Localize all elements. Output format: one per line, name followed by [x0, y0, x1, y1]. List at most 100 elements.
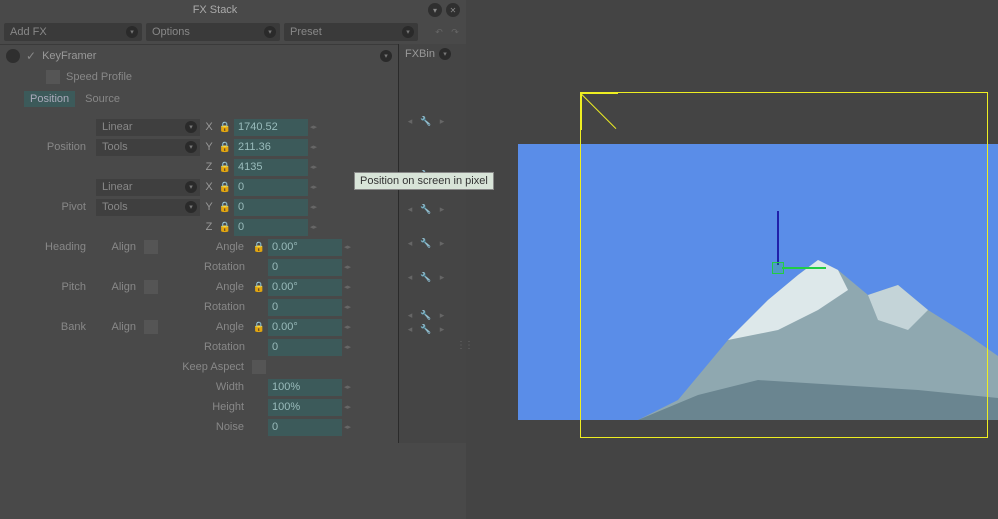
toolbar: Add FX ▾ Options ▾ Preset ▾ ↶ ↷ [0, 20, 466, 44]
axis-x-label: X [202, 121, 216, 133]
position-y-input[interactable] [234, 139, 308, 156]
wrench-icon[interactable]: 🔧 [419, 202, 433, 216]
collapse-icon[interactable]: ▾ [428, 3, 442, 17]
bank-label: Bank [0, 321, 94, 333]
stepper-icon[interactable]: ◂▸ [310, 203, 317, 211]
noise-input[interactable] [268, 419, 342, 436]
stepper-icon[interactable]: ◂▸ [310, 183, 317, 191]
axis-y-handle[interactable] [777, 211, 779, 265]
fxbin-header[interactable]: FXBin ▾ [399, 44, 463, 64]
stepper-icon[interactable]: ◂▸ [344, 403, 351, 411]
prev-key-icon[interactable]: ◂ [403, 202, 417, 216]
tab-source[interactable]: Source [79, 91, 126, 107]
lock-icon[interactable]: 🔒 [218, 180, 232, 194]
pitch-angle-input[interactable] [268, 279, 342, 296]
wrench-icon[interactable]: 🔧 [419, 308, 433, 322]
keep-aspect-checkbox[interactable] [252, 360, 266, 374]
wrench-icon[interactable]: 🔧 [419, 114, 433, 128]
axis-z-label: Z [202, 221, 216, 233]
position-mode-dropdown[interactable]: Linear▾ [96, 119, 200, 136]
fx-stack-panel: FX Stack ▾ ✕ Add FX ▾ Options ▾ Preset ▾… [0, 0, 466, 519]
pitch-rotation-input[interactable] [268, 299, 342, 316]
checkbox[interactable] [46, 70, 60, 84]
stepper-icon[interactable]: ◂▸ [344, 283, 351, 291]
lock-icon[interactable]: 🔒 [218, 200, 232, 214]
position-tools-dropdown[interactable]: Tools▾ [96, 139, 200, 156]
fx-keyframer-row[interactable]: ✓ KeyFramer ▾ [0, 44, 398, 67]
lock-icon[interactable]: 🔒 [218, 140, 232, 154]
chevron-down-icon[interactable]: ▾ [380, 50, 392, 62]
toggle-icon[interactable] [6, 49, 20, 63]
stepper-icon[interactable]: ◂▸ [344, 423, 351, 431]
chevron-down-icon: ▾ [126, 26, 138, 38]
axis-z-label: Z [202, 161, 216, 173]
next-key-icon[interactable]: ▸ [435, 236, 449, 250]
stepper-icon[interactable]: ◂▸ [344, 383, 351, 391]
stepper-icon[interactable]: ◂▸ [310, 123, 317, 131]
stepper-icon[interactable]: ◂▸ [344, 343, 351, 351]
speed-profile-label: Speed Profile [66, 71, 132, 83]
pivot-mode-dropdown[interactable]: Linear▾ [96, 179, 200, 196]
prev-key-icon[interactable]: ◂ [403, 270, 417, 284]
tab-position[interactable]: Position [24, 91, 75, 107]
redo-icon[interactable]: ↷ [448, 25, 462, 39]
position-z-input[interactable] [234, 159, 308, 176]
next-key-icon[interactable]: ▸ [435, 202, 449, 216]
width-input[interactable] [268, 379, 342, 396]
align-checkbox[interactable] [144, 240, 158, 254]
next-key-icon[interactable]: ▸ [435, 322, 449, 336]
stepper-icon[interactable]: ◂▸ [344, 263, 351, 271]
stepper-icon[interactable]: ◂▸ [344, 243, 351, 251]
wrench-icon[interactable]: 🔧 [419, 322, 433, 336]
wrench-icon[interactable]: 🔧 [419, 236, 433, 250]
heading-rotation-input[interactable] [268, 259, 342, 276]
add-fx-dropdown[interactable]: Add FX ▾ [4, 23, 142, 41]
stepper-icon[interactable]: ◂▸ [344, 303, 351, 311]
chevron-down-icon: ▾ [439, 48, 451, 60]
pivot-z-input[interactable] [234, 219, 308, 236]
prev-key-icon[interactable]: ◂ [403, 308, 417, 322]
chevron-down-icon: ▾ [185, 141, 197, 153]
lock-icon[interactable]: 🔒 [252, 240, 266, 254]
pivot-x-input[interactable] [234, 179, 308, 196]
stepper-icon[interactable]: ◂▸ [344, 323, 351, 331]
position-x-input[interactable] [234, 119, 308, 136]
prev-key-icon[interactable]: ◂ [403, 114, 417, 128]
wrench-icon[interactable]: 🔧 [419, 270, 433, 284]
close-icon[interactable]: ✕ [446, 3, 460, 17]
angle-label: Angle [204, 241, 250, 253]
options-dropdown[interactable]: Options ▾ [146, 23, 280, 41]
fxbin-sidebar: FXBin ▾ ◂ 🔧 ▸ ◂ 🔧 ▸ ◂🔧▸ ◂🔧▸ ◂🔧▸ ◂🔧▸ [398, 44, 466, 443]
preset-dropdown[interactable]: Preset ▾ [284, 23, 418, 41]
next-key-icon[interactable]: ▸ [435, 270, 449, 284]
stepper-icon[interactable]: ◂▸ [310, 143, 317, 151]
prev-key-icon[interactable]: ◂ [403, 236, 417, 250]
pivot-tools-dropdown[interactable]: Tools▾ [96, 199, 200, 216]
stepper-icon[interactable]: ◂▸ [310, 163, 317, 171]
lock-icon[interactable]: 🔒 [252, 320, 266, 334]
lock-icon[interactable]: 🔒 [252, 280, 266, 294]
height-input[interactable] [268, 399, 342, 416]
next-key-icon[interactable]: ▸ [435, 114, 449, 128]
heading-angle-input[interactable] [268, 239, 342, 256]
bank-rotation-input[interactable] [268, 339, 342, 356]
lock-icon[interactable]: 🔒 [218, 160, 232, 174]
bank-angle-input[interactable] [268, 319, 342, 336]
pivot-y-input[interactable] [234, 199, 308, 216]
lock-icon[interactable]: 🔒 [218, 120, 232, 134]
axis-x-handle[interactable] [782, 267, 826, 269]
prev-key-icon[interactable]: ◂ [403, 322, 417, 336]
speed-profile-item[interactable]: Speed Profile [0, 67, 398, 87]
next-key-icon[interactable]: ▸ [435, 308, 449, 322]
selection-frame[interactable] [580, 92, 988, 438]
align-checkbox[interactable] [144, 320, 158, 334]
preset-label: Preset [290, 26, 322, 38]
stepper-icon[interactable]: ◂▸ [310, 223, 317, 231]
heading-label: Heading [0, 241, 94, 253]
undo-icon[interactable]: ↶ [432, 25, 446, 39]
checkmark-icon[interactable]: ✓ [26, 49, 36, 63]
lock-icon[interactable]: 🔒 [218, 220, 232, 234]
panel-resize-handle[interactable]: ⋮⋮ [456, 340, 461, 356]
origin-handle[interactable] [772, 262, 784, 274]
align-checkbox[interactable] [144, 280, 158, 294]
